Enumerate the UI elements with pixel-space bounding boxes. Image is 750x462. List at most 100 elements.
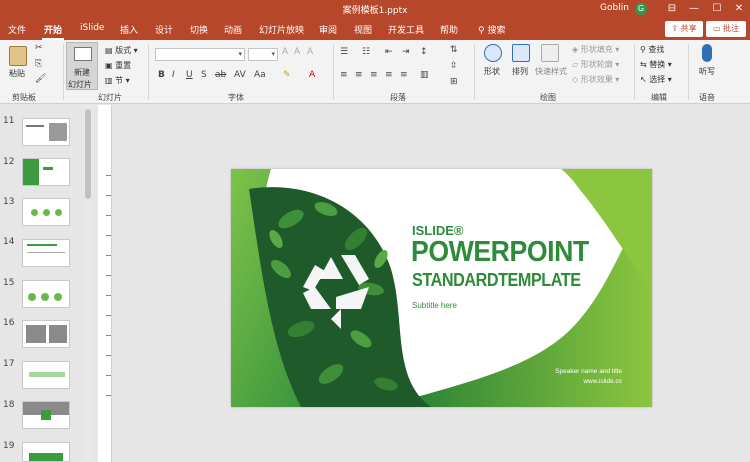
user-name[interactable]: Goblin [600,3,629,13]
avatar[interactable]: G [635,3,647,15]
fill-icon: ◈ [572,45,579,54]
clear-format-icon[interactable]: A [307,47,313,57]
tab-home[interactable]: 开始 [41,23,65,40]
justify-icon[interactable]: ≡ [385,70,393,80]
text-direction-icon[interactable]: ⇅ [450,45,458,55]
slide-thumbnail[interactable] [22,118,70,146]
ribbon-display-icon[interactable]: ⊟ [664,1,680,17]
find-button[interactable]: ⚲ 查找 [640,44,664,55]
slide-thumbnail[interactable] [22,158,70,186]
new-slide-button[interactable]: 新建 幻灯片 [66,42,98,90]
change-case-icon[interactable]: Aa [254,70,266,80]
distribute-icon[interactable]: ≡ [400,70,408,80]
bold-icon[interactable]: B [158,70,165,80]
quick-styles-icon[interactable] [541,44,559,62]
tab-islide[interactable]: iSlide [80,23,104,33]
share-button[interactable]: ⇪ 共享 [665,21,703,37]
voice-group-label: 语音 [699,93,715,102]
slide-thumbnail[interactable] [22,280,70,308]
microphone-icon[interactable] [702,44,712,62]
char-spacing-icon[interactable]: AV [234,70,246,80]
scrollbar-thumb[interactable] [85,109,91,199]
slide-canvas[interactable]: ISLIDE® POWERPOINT STANDARDTEMPLATE Subt… [231,169,652,407]
tab-developer[interactable]: 开发工具 [388,23,424,36]
slide-thumbnail[interactable] [22,401,70,429]
tab-view[interactable]: 视图 [354,23,372,36]
slide-thumbnail[interactable] [22,361,70,389]
align-text-icon[interactable]: ⇳ [450,61,458,71]
font-color-icon[interactable]: A [309,70,315,80]
layout-button[interactable]: ▤ 版式 ▾ [105,45,138,56]
replace-button[interactable]: ⇆ 替换 ▾ [640,59,672,70]
thumbnail-scrollbar[interactable] [84,105,92,462]
copy-icon[interactable]: ⎘ [35,59,42,69]
reset-button[interactable]: ▣ 重置 [105,60,131,71]
font-name-combo[interactable]: ▾ [155,48,245,61]
shapes-button[interactable]: 形状 [484,66,500,77]
shape-outline-button[interactable]: ▱ 形状轮廓 ▾ [572,59,619,70]
arrange-icon[interactable] [512,44,530,62]
tab-animations[interactable]: 动画 [224,23,242,36]
shrink-font-icon[interactable]: A [294,47,300,57]
shadow-icon[interactable]: S [201,70,207,80]
search-tab[interactable]: ⚲ 搜索 [478,23,505,36]
align-left-icon[interactable]: ≡ [340,70,348,80]
slide-thumbnail[interactable] [22,239,70,267]
close-icon[interactable]: ✕ [731,1,747,17]
slide-subtitle-heading: STANDARDTEMPLATE [412,270,581,290]
align-right-icon[interactable]: ≡ [370,70,378,80]
reset-icon: ▣ [105,61,113,70]
italic-icon[interactable]: I [172,70,175,80]
underline-icon[interactable]: U [186,70,193,80]
bullets-icon[interactable]: ☰ [340,47,348,57]
maximize-icon[interactable]: ☐ [709,1,725,17]
slide-thumbnail[interactable] [22,320,70,348]
shape-effects-button[interactable]: ◇ 形状效果 ▾ [572,74,619,85]
minimize-icon[interactable]: — [686,1,702,17]
tab-help[interactable]: 帮助 [440,23,458,36]
grow-font-icon[interactable]: A [282,47,288,57]
slide-thumbnail[interactable] [22,442,70,462]
comments-button[interactable]: ▭ 批注 [706,21,746,37]
decrease-indent-icon[interactable]: ⇤ [385,47,393,57]
paste-icon[interactable] [9,46,27,66]
smartart-icon[interactable]: ⊞ [450,77,458,87]
cut-icon[interactable]: ✂ [35,43,43,53]
tab-transitions[interactable]: 切换 [190,23,208,36]
thumbnail-number: 11 [3,116,15,126]
slide-thumbnail[interactable] [22,198,70,226]
shape-fill-button[interactable]: ◈ 形状填充 ▾ [572,44,619,55]
separator [634,44,635,100]
dictate-button[interactable]: 听写 [699,66,715,77]
tab-review[interactable]: 审阅 [319,23,337,36]
thumbnail-number: 12 [3,157,15,167]
tab-slideshow[interactable]: 幻灯片放映 [259,23,304,36]
columns-icon[interactable]: ▥ [420,70,429,80]
shapes-icon[interactable] [484,44,502,62]
tab-insert[interactable]: 插入 [120,23,138,36]
highlight-icon[interactable]: ✎ [283,70,291,80]
separator [333,44,334,100]
numbering-icon[interactable]: ☷ [362,47,370,57]
ribbon-tabs: 文件 开始 iSlide 插入 设计 切换 动画 幻灯片放映 审阅 视图 开发工… [0,18,750,40]
increase-indent-icon[interactable]: ⇥ [402,47,410,57]
tab-design[interactable]: 设计 [155,23,173,36]
search-icon: ⚲ [640,45,646,54]
arrange-button[interactable]: 排列 [512,66,528,77]
lightbulb-icon: ⚲ [478,26,485,36]
select-button[interactable]: ↖ 选择 ▾ [640,74,672,85]
slide-url: www.islide.cc [583,378,622,385]
effects-icon: ◇ [572,75,579,84]
thumbnail-number: 13 [3,197,15,207]
quick-styles-button[interactable]: 快速样式 [535,66,567,77]
format-painter-icon[interactable]: 🖌 [35,74,46,84]
paste-button[interactable]: 粘贴 [9,68,25,79]
align-center-icon[interactable]: ≡ [355,70,363,80]
new-slide-icon [74,47,92,61]
strikethrough-icon[interactable]: ab [215,70,226,80]
font-size-combo[interactable]: ▾ [248,48,278,61]
tab-file[interactable]: 文件 [8,23,26,36]
section-button[interactable]: ▥ 节 ▾ [105,75,130,86]
paragraph-group-label: 段落 [390,93,406,102]
line-spacing-icon[interactable]: ↕ [420,47,428,57]
